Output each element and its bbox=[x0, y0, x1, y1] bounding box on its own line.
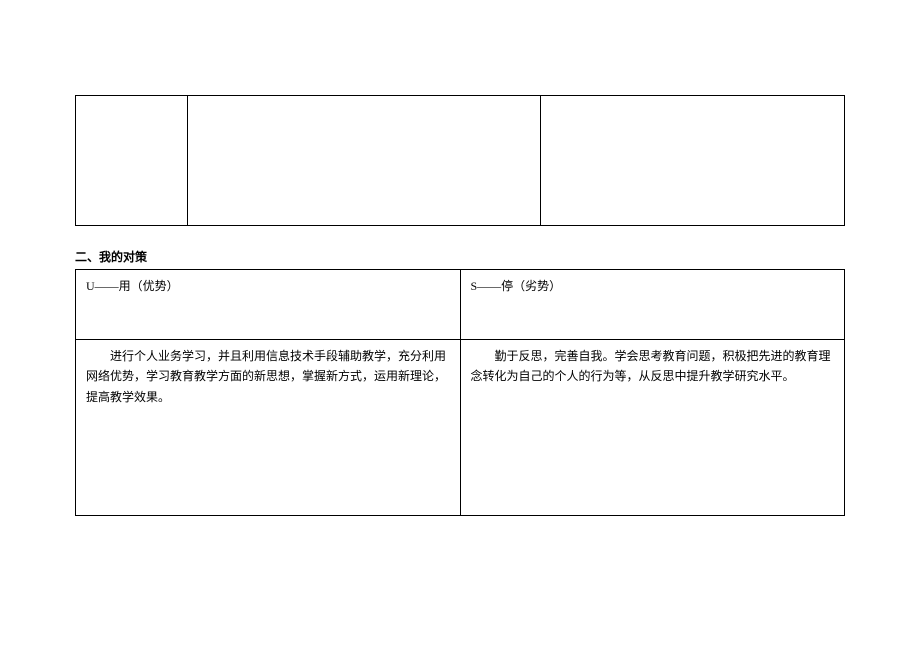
top-cell-1 bbox=[76, 96, 188, 226]
table-row bbox=[76, 96, 845, 226]
content-left-text: 进行个人业务学习，并且利用信息技术手段辅助教学，充分利用网络优势，学习教育教学方… bbox=[86, 346, 450, 407]
top-cell-2 bbox=[187, 96, 541, 226]
content-stop-weaknesses: 勤于反思，完善自我。学会思考教育问题，积极把先进的教育理念转化为自己的个人的行为… bbox=[460, 340, 845, 516]
page-container: 二、我的对策 U——用（优势） S——停（劣势） 进行个人业务学习，并且利用信息… bbox=[0, 0, 920, 556]
table-row: U——用（优势） S——停（劣势） bbox=[76, 270, 845, 340]
top-cell-3 bbox=[541, 96, 845, 226]
strategy-table: U——用（优势） S——停（劣势） 进行个人业务学习，并且利用信息技术手段辅助教… bbox=[75, 269, 845, 516]
content-use-strengths: 进行个人业务学习，并且利用信息技术手段辅助教学，充分利用网络优势，学习教育教学方… bbox=[76, 340, 461, 516]
top-table bbox=[75, 95, 845, 226]
content-right-text: 勤于反思，完善自我。学会思考教育问题，积极把先进的教育理念转化为自己的个人的行为… bbox=[471, 346, 835, 387]
table-row: 进行个人业务学习，并且利用信息技术手段辅助教学，充分利用网络优势，学习教育教学方… bbox=[76, 340, 845, 516]
header-stop-weaknesses: S——停（劣势） bbox=[460, 270, 845, 340]
section-title: 二、我的对策 bbox=[75, 248, 845, 265]
header-use-strengths: U——用（优势） bbox=[76, 270, 461, 340]
